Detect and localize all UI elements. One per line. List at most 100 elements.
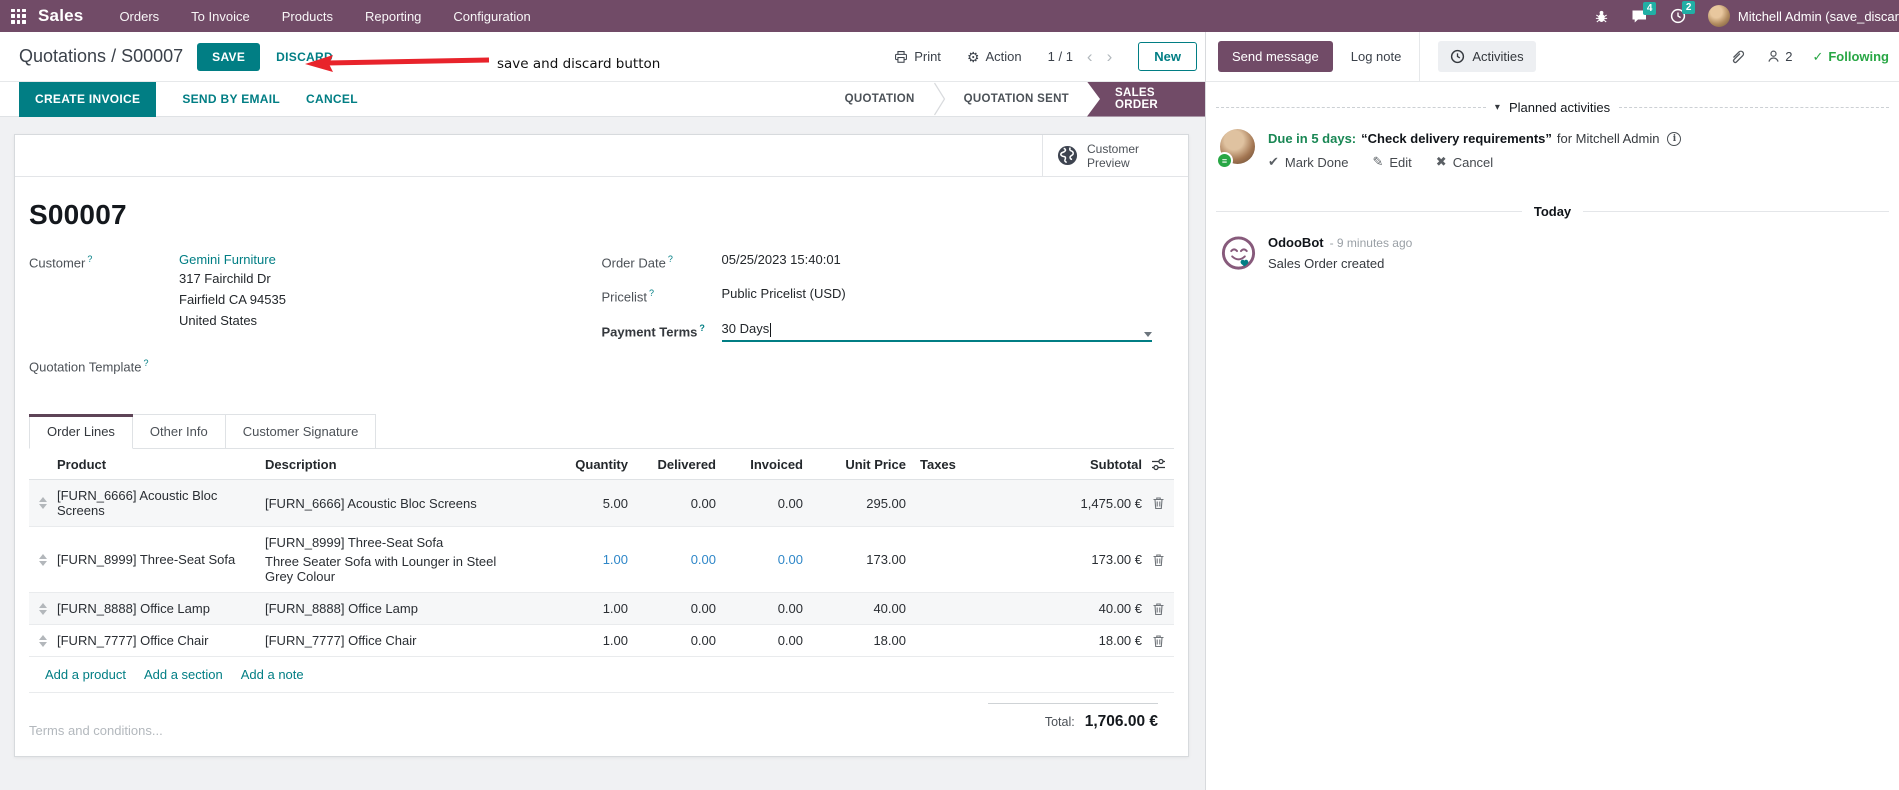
following-button[interactable]: ✓ Following (1812, 49, 1889, 65)
tab-order-lines[interactable]: Order Lines (29, 414, 133, 450)
cell-invoiced[interactable]: 0.00 (716, 601, 803, 616)
cell-subtotal[interactable]: 173.00 € (1022, 552, 1142, 567)
cell-unit-price[interactable]: 18.00 (803, 633, 906, 648)
drag-handle-icon[interactable] (29, 553, 57, 566)
messages-icon[interactable]: 4 (1631, 1, 1657, 24)
drag-handle-icon[interactable] (29, 497, 57, 510)
cell-invoiced[interactable]: 0.00 (716, 496, 803, 511)
cell-delivered[interactable]: 0.00 (628, 601, 716, 616)
cell-subtotal[interactable]: 1,475.00 € (1022, 496, 1142, 511)
activities-button[interactable]: Activities (1438, 41, 1536, 72)
menu-products[interactable]: Products (282, 9, 333, 24)
help-icon[interactable]: ? (87, 254, 92, 264)
help-icon[interactable]: ? (668, 254, 673, 264)
cell-invoiced[interactable]: 0.00 (716, 552, 803, 567)
header-taxes[interactable]: Taxes (906, 457, 1022, 472)
customer-preview-button[interactable]: Customer Preview (1042, 135, 1188, 176)
cell-quantity[interactable]: 1.00 (536, 633, 628, 648)
cell-delivered[interactable]: 0.00 (628, 552, 716, 567)
menu-reporting[interactable]: Reporting (365, 9, 421, 24)
state-sales-order[interactable]: SALES ORDER (1087, 81, 1205, 117)
cell-product[interactable]: [FURN_7777] Office Chair (57, 633, 265, 648)
table-row[interactable]: [FURN_7777] Office Chair [FURN_7777] Off… (29, 625, 1174, 658)
cell-description[interactable]: [FURN_8888] Office Lamp (265, 601, 536, 616)
menu-orders[interactable]: Orders (119, 9, 159, 24)
info-icon[interactable]: i (1667, 131, 1682, 146)
header-subtotal[interactable]: Subtotal (1022, 457, 1142, 472)
cancel-button[interactable]: CANCEL (306, 92, 358, 106)
delete-row-icon[interactable] (1142, 496, 1174, 510)
mark-done-button[interactable]: ✔ Mark Done (1268, 154, 1348, 170)
planned-activities-header[interactable]: ▾ Planned activities (1206, 100, 1899, 115)
table-row[interactable]: [FURN_6666] Acoustic Bloc Screens [FURN_… (29, 480, 1174, 528)
user-menu[interactable]: Mitchell Admin (save_discar (1707, 5, 1899, 27)
cell-product[interactable]: [FURN_8888] Office Lamp (57, 601, 265, 616)
cell-product[interactable]: [FURN_8999] Three-Seat Sofa (57, 552, 265, 567)
optional-columns-icon[interactable] (1142, 458, 1174, 471)
cell-subtotal[interactable]: 40.00 € (1022, 601, 1142, 616)
dropdown-caret-icon[interactable] (1144, 331, 1152, 337)
terms-and-conditions-placeholder[interactable]: Terms and conditions... (29, 723, 163, 738)
cell-quantity[interactable]: 1.00 (536, 552, 628, 567)
new-button[interactable]: New (1138, 42, 1197, 71)
drag-handle-icon[interactable] (29, 602, 57, 615)
cell-subtotal[interactable]: 18.00 € (1022, 633, 1142, 648)
cell-unit-price[interactable]: 173.00 (803, 552, 906, 567)
send-by-email-button[interactable]: SEND BY EMAIL (182, 92, 280, 106)
apps-grid-icon[interactable] (11, 8, 26, 24)
cell-unit-price[interactable]: 40.00 (803, 601, 906, 616)
cell-description[interactable]: [FURN_8999] Three-Seat Sofa Three Seater… (265, 535, 536, 584)
tab-other-info[interactable]: Other Info (132, 414, 226, 450)
tab-customer-signature[interactable]: Customer Signature (225, 414, 377, 450)
create-invoice-button[interactable]: CREATE INVOICE (19, 81, 157, 117)
help-icon[interactable]: ? (699, 323, 705, 333)
breadcrumb-quotations-link[interactable]: Quotations (19, 46, 106, 66)
print-button[interactable]: Print (894, 49, 941, 64)
help-icon[interactable]: ? (649, 288, 654, 298)
header-product[interactable]: Product (57, 457, 265, 472)
cell-description[interactable]: [FURN_6666] Acoustic Bloc Screens (265, 496, 536, 511)
delete-row-icon[interactable] (1142, 553, 1174, 567)
cell-delivered[interactable]: 0.00 (628, 496, 716, 511)
header-description[interactable]: Description (265, 457, 536, 472)
drag-handle-icon[interactable] (29, 634, 57, 647)
cell-description[interactable]: [FURN_7777] Office Chair (265, 633, 536, 648)
add-a-section-link[interactable]: Add a section (144, 667, 223, 682)
cell-delivered[interactable]: 0.00 (628, 633, 716, 648)
header-quantity[interactable]: Quantity (536, 457, 628, 472)
save-button[interactable]: SAVE (197, 42, 261, 71)
header-unit-price[interactable]: Unit Price (803, 457, 906, 472)
send-message-button[interactable]: Send message (1218, 41, 1333, 72)
activity-clock-icon[interactable]: 2 (1670, 1, 1696, 24)
discard-button[interactable]: DISCARD (276, 50, 333, 64)
cell-quantity[interactable]: 1.00 (536, 601, 628, 616)
table-row[interactable]: [FURN_8999] Three-Seat Sofa [FURN_8999] … (29, 527, 1174, 594)
pager-next-icon[interactable]: › (1107, 48, 1113, 65)
header-delivered[interactable]: Delivered (628, 457, 716, 472)
payment-terms-input[interactable]: 30 Days (721, 320, 1152, 342)
app-title[interactable]: Sales (38, 6, 83, 26)
table-row[interactable]: [FURN_8888] Office Lamp [FURN_8888] Offi… (29, 593, 1174, 626)
menu-configuration[interactable]: Configuration (453, 9, 530, 24)
order-date-value[interactable]: 05/25/2023 15:40:01 (722, 251, 841, 271)
delete-row-icon[interactable] (1142, 634, 1174, 648)
delete-row-icon[interactable] (1142, 602, 1174, 616)
state-quotation-sent[interactable]: QUOTATION SENT (946, 82, 1087, 117)
followers-button[interactable]: 2 (1766, 49, 1792, 64)
cell-quantity[interactable]: 5.00 (536, 496, 628, 511)
cell-unit-price[interactable]: 295.00 (803, 496, 906, 511)
pricelist-value[interactable]: Public Pricelist (USD) (722, 285, 846, 305)
menu-to-invoice[interactable]: To Invoice (191, 9, 250, 24)
customer-link[interactable]: Gemini Furniture (179, 251, 286, 268)
debug-bug-icon[interactable] (1594, 9, 1609, 24)
cell-product[interactable]: [FURN_6666] Acoustic Bloc Screens (57, 488, 265, 518)
pager-previous-icon[interactable]: ‹ (1087, 48, 1093, 65)
add-a-note-link[interactable]: Add a note (241, 667, 304, 682)
cell-invoiced[interactable]: 0.00 (716, 633, 803, 648)
cancel-activity-button[interactable]: ✖ Cancel (1436, 154, 1493, 170)
header-invoiced[interactable]: Invoiced (716, 457, 803, 472)
attachment-paperclip-icon[interactable] (1729, 48, 1746, 65)
action-button[interactable]: ⚙ Action (967, 49, 1022, 64)
help-icon[interactable]: ? (144, 358, 149, 368)
log-note-button[interactable]: Log note (1351, 49, 1402, 64)
